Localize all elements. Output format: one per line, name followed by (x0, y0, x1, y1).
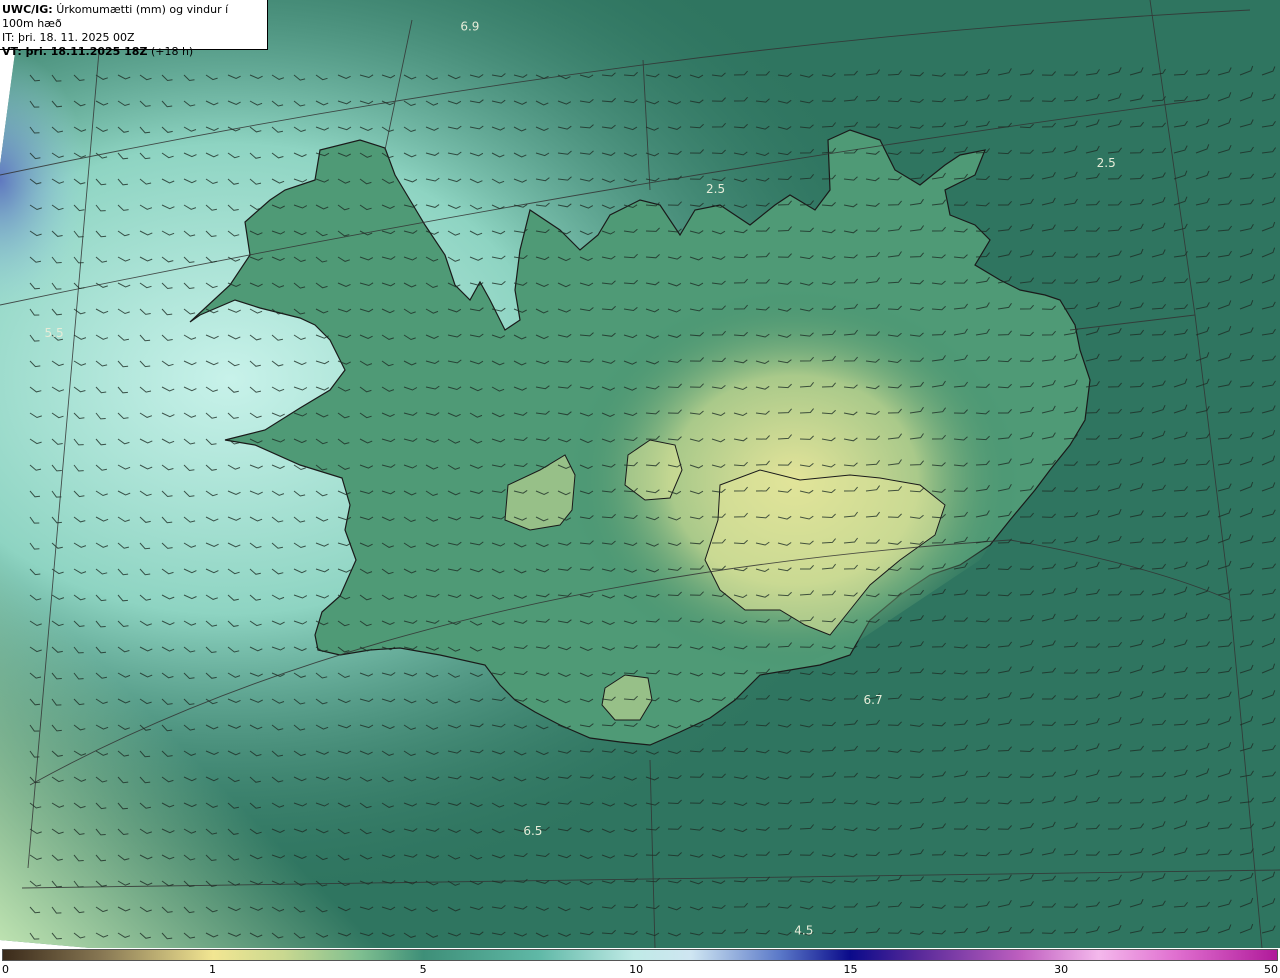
valid-time-label: VT: þri. 18.11.2025 18Z (2, 45, 148, 58)
map-value-label: 6.5 (523, 824, 542, 838)
colorbar-tick-label: 10 (629, 963, 644, 976)
colorbar-tick-label: 1 (209, 963, 217, 976)
colorbar-tick-label: 50 (1264, 963, 1278, 976)
map-value-label: 6.9 (460, 20, 479, 34)
map-value-label: 5.5 (45, 326, 64, 340)
colorbar-tick-label: 0 (2, 963, 9, 976)
colorbar-tick-label: 5 (419, 963, 427, 976)
colorbar-strip (2, 949, 1278, 961)
forecast-offset: (+18 h) (150, 45, 194, 58)
map-value-label: 6.7 (864, 693, 883, 707)
model-name: UWC/IG: (2, 3, 53, 16)
map-value-label: 4.5 (794, 924, 813, 938)
map-title-box: UWC/IG: Úrkomumætti (mm) og vindur í 100… (0, 0, 268, 58)
colorbar-tick-label: 30 (1054, 963, 1069, 976)
map-value-label: 2.5 (1097, 156, 1116, 170)
map-value-label: 2.5 (706, 182, 725, 196)
initial-time-label: IT: (2, 31, 15, 44)
precipitation-colorbar: 0 1 5 10 15 30 50 (0, 948, 1280, 978)
initial-time-value: þri. 18. 11. 2025 00Z (17, 31, 135, 44)
colorbar-tick-label: 15 (843, 963, 858, 976)
precipitation-wind-map: 4.43.76.94.32.52.54.35.55.86.76.54.5 (0, 0, 1280, 948)
